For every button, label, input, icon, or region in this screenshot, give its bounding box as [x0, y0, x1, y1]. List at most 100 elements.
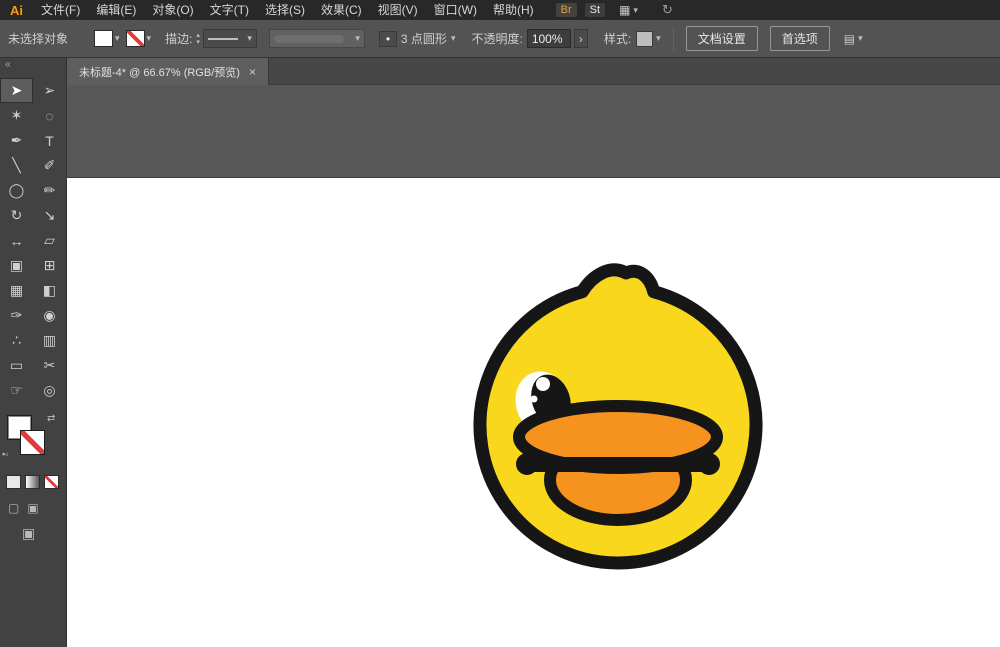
- shape-builder-tool[interactable]: ▣: [0, 253, 33, 278]
- chevron-down-icon[interactable]: ▾: [147, 33, 152, 44]
- chevron-down-icon[interactable]: ▾: [115, 33, 120, 44]
- draw-behind-icon[interactable]: ▣: [27, 501, 38, 515]
- direct-selection-tool[interactable]: ➢: [33, 78, 66, 103]
- width-profile-sample: [274, 35, 344, 43]
- panel-icon[interactable]: ▤: [844, 32, 855, 46]
- chevron-down-icon[interactable]: ▾: [656, 33, 661, 44]
- menu-item-view[interactable]: 视图(V): [370, 0, 426, 20]
- selection-tool[interactable]: ➤: [0, 78, 33, 103]
- symbol-sprayer-tool[interactable]: ∴: [0, 328, 33, 353]
- width-tool[interactable]: ↔: [0, 228, 33, 253]
- fill-stroke-widget: ⇄ ▪▫: [0, 413, 66, 471]
- canvas-area[interactable]: [67, 85, 1000, 647]
- document-tab[interactable]: 未标题-4* @ 66.67% (RGB/预览) ×: [67, 58, 269, 85]
- opacity-input[interactable]: [527, 29, 571, 48]
- stroke-color-swatch[interactable]: [20, 430, 45, 455]
- brush-preview-icon: •: [379, 31, 397, 47]
- stroke-weight-stepper[interactable]: ▴ ▾: [196, 32, 200, 46]
- ellipse-tool[interactable]: ◯: [0, 178, 33, 203]
- menu-item-file[interactable]: 文件(F): [33, 0, 88, 20]
- divider: [673, 27, 674, 51]
- collapse-panel-button[interactable]: «: [0, 58, 66, 72]
- screen-mode-button[interactable]: ▣: [22, 525, 66, 542]
- drawing-mode-buttons: ▢ ▣: [8, 501, 66, 515]
- chevron-down-icon[interactable]: ▾: [451, 33, 456, 44]
- control-bar: 未选择对象 ▾ ▾ 描边: ▴ ▾ ▾ ▾ • 3 点圆形 ▾ 不透明度: › …: [0, 20, 1000, 58]
- spinner-down-icon[interactable]: ▾: [196, 39, 200, 46]
- free-transform-tool[interactable]: ▱: [33, 228, 66, 253]
- menu-item-window[interactable]: 窗口(W): [426, 0, 485, 20]
- opacity-expand-button[interactable]: ›: [574, 29, 588, 48]
- perspective-grid-tool[interactable]: ⊞: [33, 253, 66, 278]
- chevron-down-icon[interactable]: ▾: [858, 33, 863, 44]
- duck-artwork[interactable]: [67, 85, 1000, 647]
- chevron-down-icon[interactable]: ▾: [247, 33, 252, 44]
- none-button[interactable]: [44, 475, 59, 489]
- gradient-tool[interactable]: ◧: [33, 278, 66, 303]
- stock-badge[interactable]: St: [585, 3, 605, 17]
- menu-item-object[interactable]: 对象(O): [144, 0, 201, 20]
- duck-eye-highlight: [536, 377, 550, 391]
- stroke-weight-sample: [208, 38, 238, 40]
- stroke-swatch[interactable]: [126, 30, 145, 47]
- graphic-style-dropdown[interactable]: ▾: [636, 31, 661, 47]
- document-tab-title: 未标题-4* @ 66.67% (RGB/预览): [79, 64, 240, 80]
- default-fill-stroke-icon[interactable]: ▪▫: [2, 449, 8, 459]
- tools-panel: « ➤ ➢ ✶ ◌ ✒ T ╲ ✐ ◯ ✏ ↻ ↘ ↔ ▱ ▣ ⊞ ▦ ◧ ✑ …: [0, 58, 67, 647]
- app-logo: Ai: [0, 3, 33, 18]
- rotate-tool[interactable]: ↻: [0, 203, 33, 228]
- artboard-tool[interactable]: ▭: [0, 353, 33, 378]
- document-tab-bar: 未标题-4* @ 66.67% (RGB/预览) ×: [67, 58, 1000, 85]
- slice-tool[interactable]: ✂: [33, 353, 66, 378]
- stroke-color-dropdown[interactable]: ▾: [126, 30, 152, 47]
- spinner-up-icon[interactable]: ▴: [196, 32, 200, 39]
- style-label: 样式:: [604, 30, 631, 47]
- control-panel-menu[interactable]: ▤ ▾: [844, 32, 863, 46]
- stroke-weight-dropdown[interactable]: ▾: [203, 29, 257, 48]
- menu-item-effect[interactable]: 效果(C): [313, 0, 370, 20]
- preferences-button[interactable]: 首选项: [770, 26, 830, 51]
- swap-fill-stroke-icon[interactable]: ⇄: [47, 413, 55, 424]
- duck-mouth-line: [529, 457, 707, 472]
- chevron-down-icon[interactable]: ▾: [355, 33, 360, 44]
- color-button[interactable]: [6, 475, 21, 489]
- brush-name: 3 点圆形: [401, 30, 447, 47]
- stroke-weight-label: 描边:: [165, 30, 192, 47]
- type-tool[interactable]: T: [33, 128, 66, 153]
- hand-tool[interactable]: ☞: [0, 378, 33, 403]
- pencil-tool[interactable]: ✏: [33, 178, 66, 203]
- bridge-badge[interactable]: Br: [556, 3, 577, 17]
- fill-color-dropdown[interactable]: ▾: [94, 30, 120, 47]
- chevron-down-icon[interactable]: ▾: [633, 5, 638, 16]
- lasso-tool[interactable]: ◌: [33, 103, 66, 128]
- menu-item-edit[interactable]: 编辑(E): [88, 0, 144, 20]
- duck-eye-highlight-small: [531, 396, 538, 403]
- menu-bar: Ai 文件(F) 编辑(E) 对象(O) 文字(T) 选择(S) 效果(C) 视…: [0, 0, 1000, 20]
- draw-normal-icon[interactable]: ▢: [8, 501, 19, 515]
- variable-width-dropdown[interactable]: ▾: [269, 29, 365, 48]
- document-setup-button[interactable]: 文档设置: [686, 26, 758, 51]
- menu-item-type[interactable]: 文字(T): [202, 0, 257, 20]
- zoom-tool[interactable]: ◎: [33, 378, 66, 403]
- line-segment-tool[interactable]: ╲: [0, 153, 33, 178]
- selection-status: 未选择对象: [8, 30, 88, 47]
- eyedropper-tool[interactable]: ✑: [0, 303, 33, 328]
- tool-grid: ➤ ➢ ✶ ◌ ✒ T ╲ ✐ ◯ ✏ ↻ ↘ ↔ ▱ ▣ ⊞ ▦ ◧ ✑ ◉ …: [0, 78, 66, 403]
- paintbrush-tool[interactable]: ✐: [33, 153, 66, 178]
- style-swatch[interactable]: [636, 31, 653, 47]
- menu-item-select[interactable]: 选择(S): [257, 0, 313, 20]
- menu-item-help[interactable]: 帮助(H): [485, 0, 542, 20]
- pen-tool[interactable]: ✒: [0, 128, 33, 153]
- workspace-grid-icon[interactable]: ▦: [619, 3, 630, 17]
- brush-definition-dropdown[interactable]: • 3 点圆形 ▾: [379, 30, 456, 47]
- column-graph-tool[interactable]: ▥: [33, 328, 66, 353]
- close-icon[interactable]: ×: [249, 65, 256, 79]
- magic-wand-tool[interactable]: ✶: [0, 103, 33, 128]
- mesh-tool[interactable]: ▦: [0, 278, 33, 303]
- blend-tool[interactable]: ◉: [33, 303, 66, 328]
- sync-icon[interactable]: ↻: [662, 2, 673, 18]
- scale-tool[interactable]: ↘: [33, 203, 66, 228]
- paint-mode-buttons: [6, 475, 66, 489]
- fill-swatch[interactable]: [94, 30, 113, 47]
- gradient-button[interactable]: [25, 475, 40, 489]
